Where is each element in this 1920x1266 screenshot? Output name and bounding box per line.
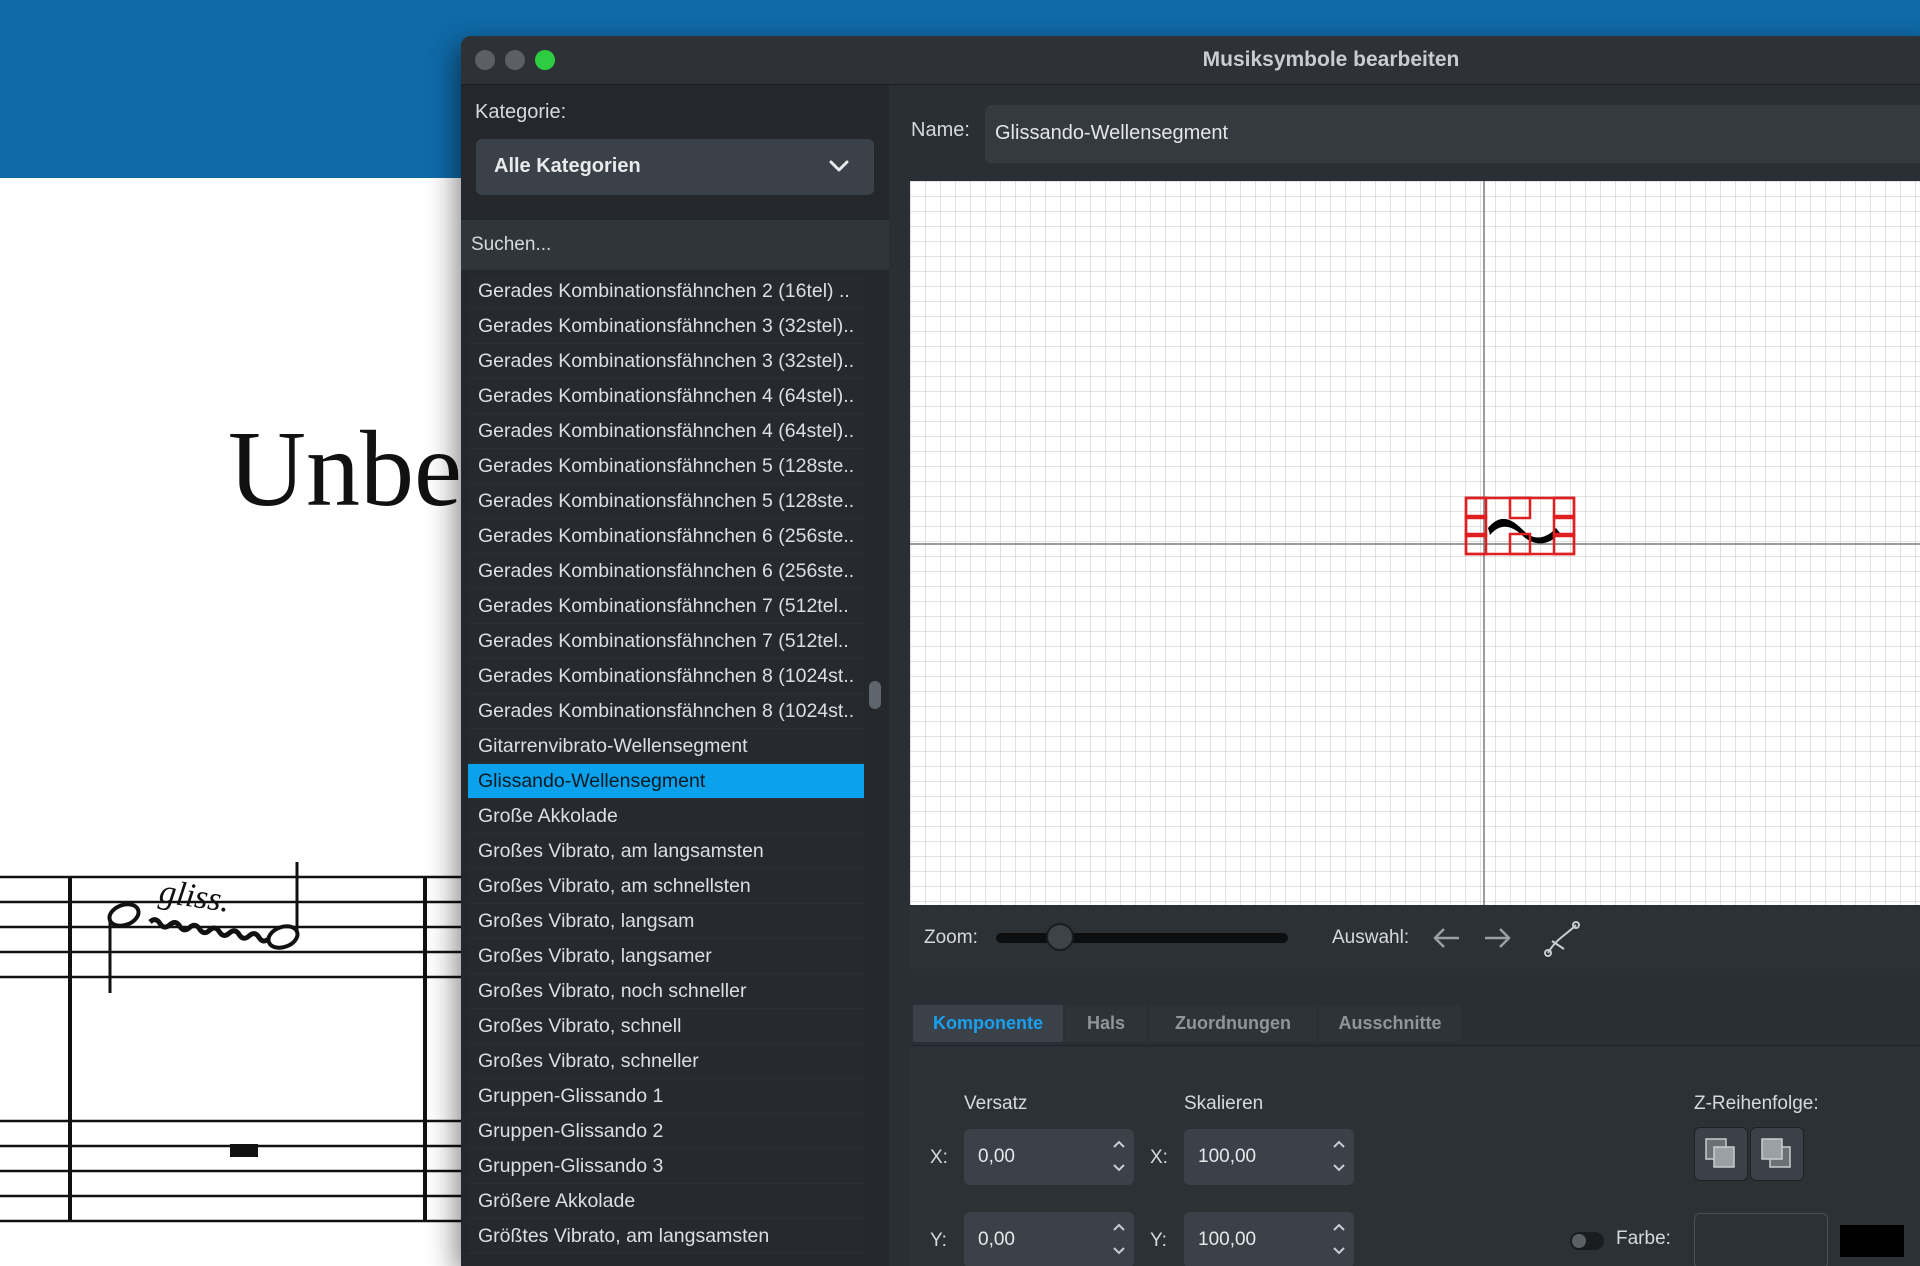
title-bar[interactable]: Musiksymbole bearbeiten [461, 36, 1920, 85]
category-value: Alle Kategorien [494, 155, 641, 177]
list-item[interactable]: Gruppen-Glissando 3 [468, 1149, 864, 1184]
decrement-icon[interactable] [1110, 1242, 1128, 1260]
color-label: Farbe: [1616, 1228, 1671, 1249]
zoom-slider[interactable] [996, 933, 1288, 943]
decrement-icon[interactable] [1330, 1242, 1348, 1260]
list-item[interactable]: Gerades Kombinationsfähnchen 6 (256ste.. [468, 554, 864, 589]
selection-label: Auswahl: [1332, 927, 1410, 948]
offset-y-value: 0,00 [978, 1229, 1015, 1250]
list-item[interactable]: Gerades Kombinationsfähnchen 8 (1024st.. [468, 694, 864, 729]
symbol-editor-panel: Name: Glissando-Wellensegment Zoom: Ausw… [891, 85, 1920, 1266]
list-item[interactable]: Größere Akkolade [468, 1184, 864, 1219]
window-title: Musiksymbole bearbeiten [1202, 48, 1460, 71]
zoom-slider-handle[interactable] [1046, 923, 1075, 951]
bring-to-front-icon [1705, 1138, 1735, 1168]
offset-header: Versatz [964, 1093, 1028, 1114]
tab-bar: Komponente Hals Zuordnungen Ausschnitte [910, 1005, 1920, 1046]
list-item[interactable]: Gitarrenvibrato-Wellensegment [468, 729, 864, 764]
symbol-list: Gerades Kombinationsfähnchen 2 (16tel) .… [468, 274, 864, 1254]
list-item[interactable]: Gerades Kombinationsfähnchen 4 (64stel).… [468, 379, 864, 414]
name-input[interactable]: Glissando-Wellensegment [985, 105, 1920, 163]
chevron-down-icon [829, 160, 849, 172]
tab-zuordnungen[interactable]: Zuordnungen [1149, 1005, 1317, 1042]
name-value: Glissando-Wellensegment [995, 122, 1229, 144]
increment-icon[interactable] [1110, 1218, 1128, 1236]
list-item[interactable]: Großes Vibrato, noch schneller [468, 974, 864, 1009]
list-item[interactable]: Gruppen-Glissando 1 [468, 1079, 864, 1114]
tab-komponente[interactable]: Komponente [913, 1005, 1063, 1042]
z-order-header: Z-Reihenfolge: [1694, 1093, 1819, 1114]
offset-x-label: X: [930, 1147, 948, 1168]
offset-y-input[interactable]: 0,00 [964, 1212, 1134, 1266]
category-label: Kategorie: [475, 101, 567, 123]
list-item[interactable]: Großes Vibrato, langsam [468, 904, 864, 939]
decrement-icon[interactable] [1330, 1159, 1348, 1177]
gliss-text: gliss. [157, 873, 232, 920]
list-item[interactable]: Gruppen-Glissando 2 [468, 1114, 864, 1149]
list-item[interactable]: Gerades Kombinationsfähnchen 6 (256ste.. [468, 519, 864, 554]
increment-icon[interactable] [1110, 1135, 1128, 1153]
send-to-back-icon [1761, 1138, 1791, 1168]
scale-header: Skalieren [1184, 1093, 1264, 1114]
bring-to-front-button[interactable] [1694, 1127, 1748, 1181]
tab-ausschnitte[interactable]: Ausschnitte [1319, 1005, 1461, 1042]
send-to-back-button[interactable] [1750, 1127, 1804, 1181]
list-item[interactable]: Gerades Kombinationsfähnchen 5 (128ste.. [468, 484, 864, 519]
scale-x-input[interactable]: 100,00 [1184, 1129, 1354, 1185]
scale-y-value: 100,00 [1198, 1229, 1257, 1250]
offset-x-input[interactable]: 0,00 [964, 1129, 1134, 1185]
list-item[interactable]: Gerades Kombinationsfähnchen 8 (1024st.. [468, 659, 864, 694]
score-title: Unbe [228, 410, 462, 529]
list-item[interactable]: Großes Vibrato, schnell [468, 1009, 864, 1044]
name-label: Name: [911, 119, 970, 141]
bezier-curve-icon[interactable] [1542, 919, 1582, 959]
list-item[interactable]: Großes Vibrato, am langsamsten [468, 834, 864, 869]
color-swatch[interactable] [1840, 1225, 1904, 1257]
list-item[interactable]: Gerades Kombinationsfähnchen 7 (512tel.. [468, 589, 864, 624]
tab-hals[interactable]: Hals [1065, 1005, 1147, 1042]
scale-y-label: Y: [1150, 1230, 1167, 1251]
canvas-grid [910, 181, 1920, 905]
category-dropdown[interactable]: Alle Kategorien [476, 139, 874, 195]
arrow-right-icon[interactable] [1482, 925, 1512, 951]
list-item[interactable]: Glissando-Wellensegment [468, 764, 864, 799]
list-item[interactable]: Gerades Kombinationsfähnchen 5 (128ste.. [468, 449, 864, 484]
list-item[interactable]: Gerades Kombinationsfähnchen 3 (32stel).… [468, 309, 864, 344]
arrow-left-icon[interactable] [1432, 925, 1462, 951]
decrement-icon[interactable] [1110, 1159, 1128, 1177]
offset-x-value: 0,00 [978, 1146, 1015, 1167]
list-item[interactable]: Gerades Kombinationsfähnchen 7 (512tel.. [468, 624, 864, 659]
list-item[interactable]: Großes Vibrato, langsamer [468, 939, 864, 974]
increment-icon[interactable] [1330, 1135, 1348, 1153]
color-toggle[interactable] [1570, 1232, 1604, 1250]
component-properties: Versatz Skalieren Z-Reihenfolge: X: 0,00… [910, 1047, 1920, 1266]
symbol-list-panel: Kategorie: Alle Kategorien Suchen... Ger… [461, 85, 889, 1266]
increment-icon[interactable] [1330, 1218, 1348, 1236]
list-item[interactable]: Gerades Kombinationsfähnchen 3 (32stel).… [468, 344, 864, 379]
edit-symbols-window: Musiksymbole bearbeiten Kategorie: Alle … [461, 36, 1920, 1266]
color-field[interactable] [1694, 1213, 1828, 1266]
list-item[interactable]: Großes Vibrato, schneller [468, 1044, 864, 1079]
list-item[interactable]: Größtes Vibrato, am langsamsten [468, 1219, 864, 1254]
scale-x-value: 100,00 [1198, 1146, 1257, 1167]
list-item[interactable]: Große Akkolade [468, 799, 864, 834]
zoom-label: Zoom: [924, 927, 978, 948]
search-placeholder: Suchen... [471, 234, 552, 255]
list-item[interactable]: Gerades Kombinationsfähnchen 4 (64stel).… [468, 414, 864, 449]
scale-x-label: X: [1150, 1147, 1168, 1168]
list-scrollbar-thumb[interactable] [869, 681, 881, 709]
list-item[interactable]: Gerades Kombinationsfähnchen 2 (16tel) .… [468, 274, 864, 309]
search-input[interactable]: Suchen... [461, 220, 889, 270]
scale-y-input[interactable]: 100,00 [1184, 1212, 1354, 1266]
symbol-canvas[interactable] [910, 181, 1920, 905]
offset-y-label: Y: [930, 1230, 947, 1251]
editor-toolbar: Zoom: Auswahl: [910, 907, 1920, 969]
list-item[interactable]: Großes Vibrato, am schnellsten [468, 869, 864, 904]
score-staff: gliss. [0, 862, 480, 1223]
